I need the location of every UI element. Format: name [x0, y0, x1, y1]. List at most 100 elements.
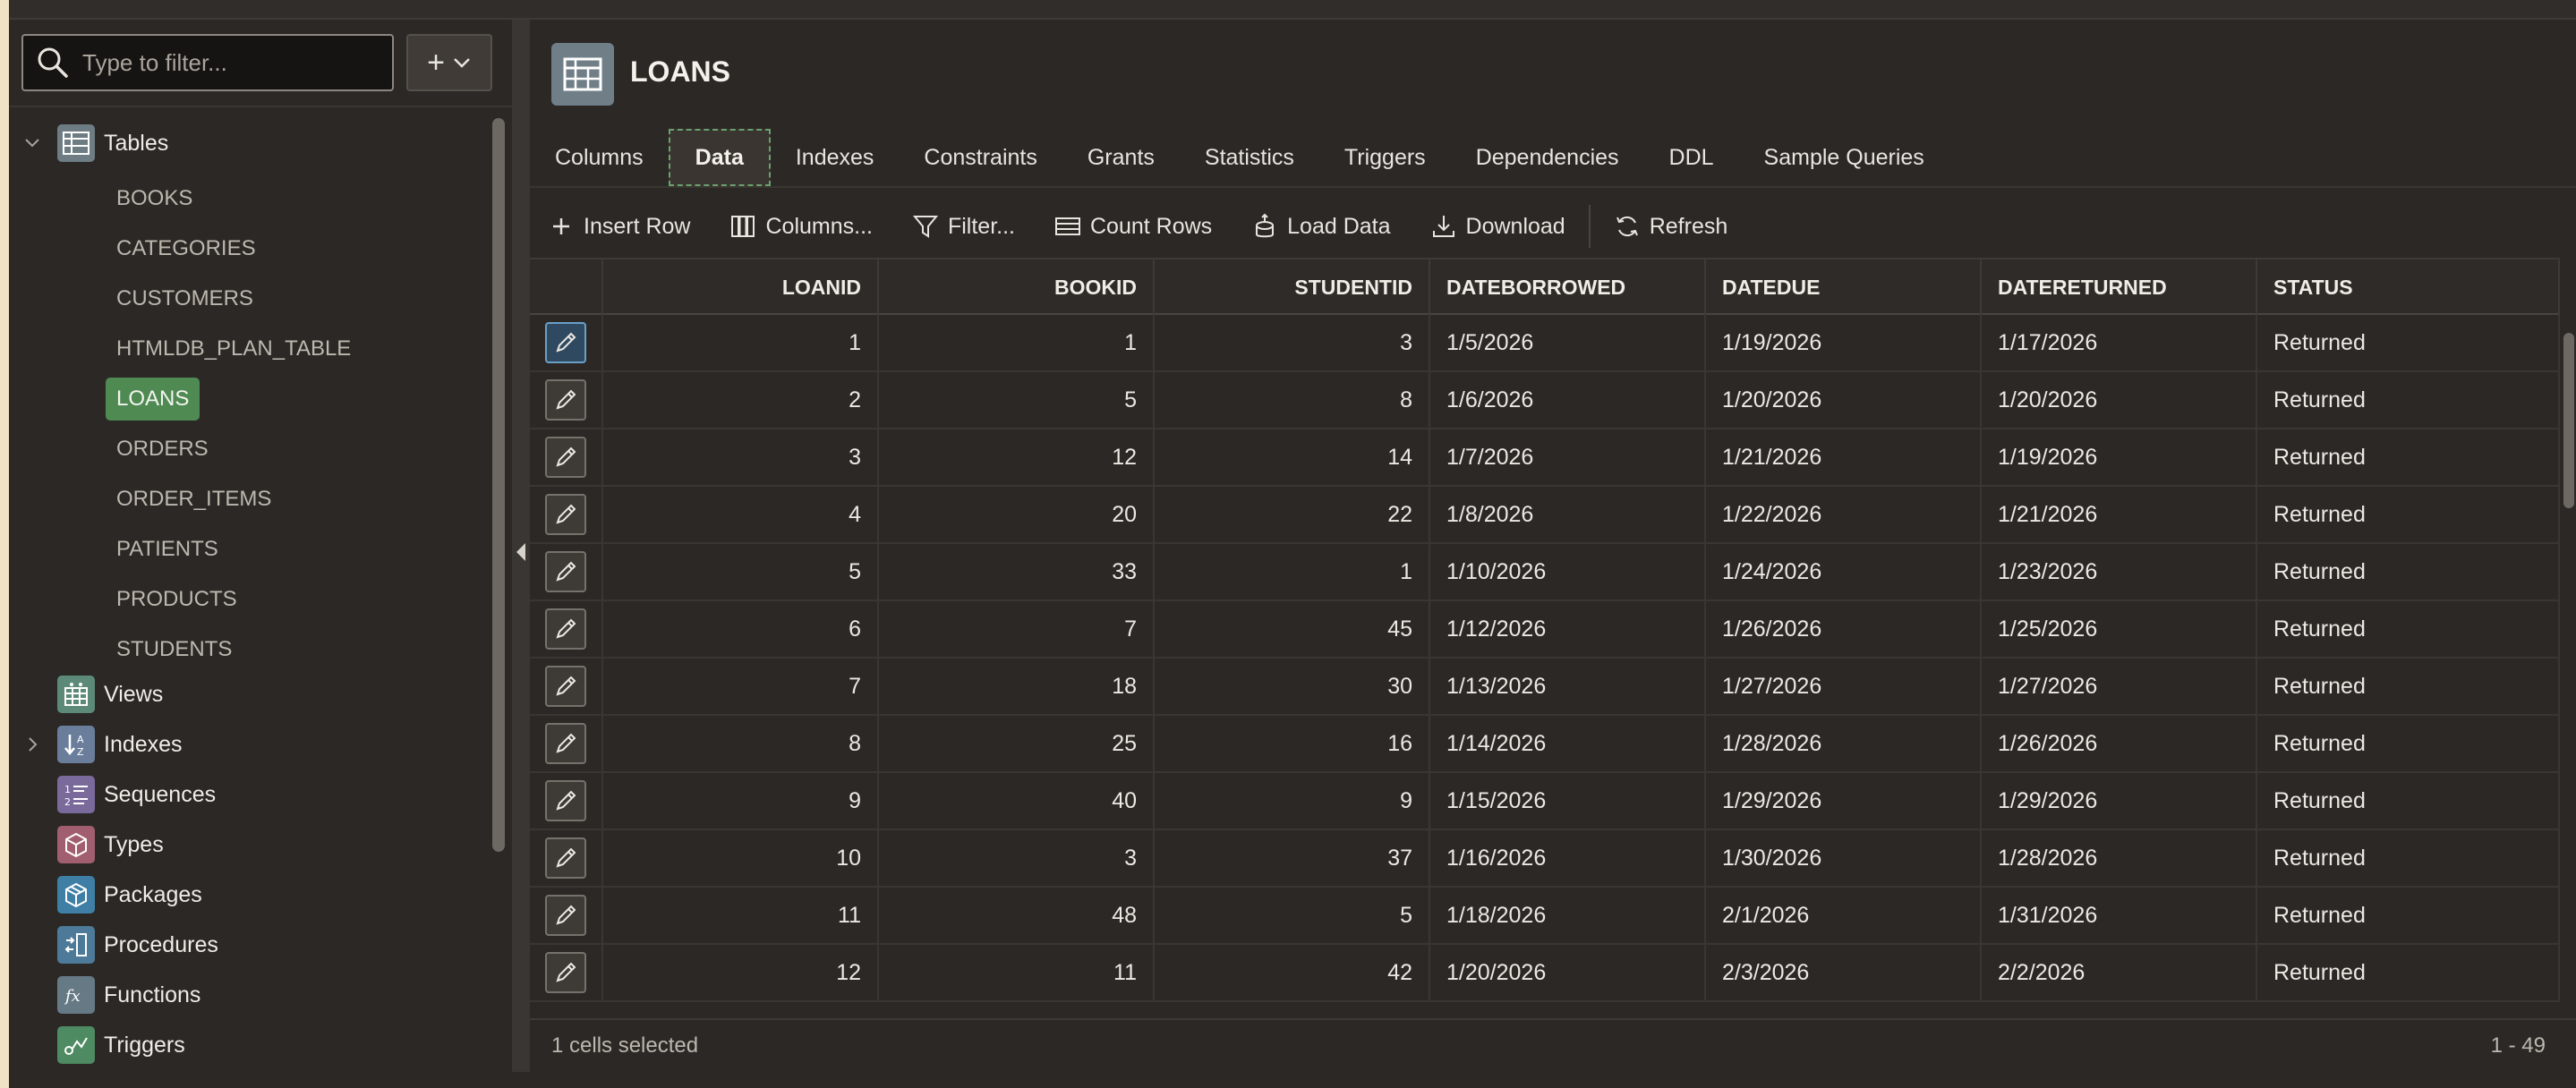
edit-row-button[interactable] [545, 666, 586, 707]
edit-row-button[interactable] [545, 494, 586, 535]
cell-datereturned[interactable]: 1/25/2026 [1982, 601, 2257, 657]
tree-item-order-items[interactable]: ORDER_ITEMS [106, 478, 282, 521]
table-row[interactable]: 5 33 1 1/10/2026 1/24/2026 1/23/2026 Returned [530, 544, 2560, 601]
cell-datedue[interactable]: 1/20/2026 [1706, 372, 1982, 428]
cell-studentid[interactable]: 5 [1155, 888, 1430, 943]
cell-status[interactable]: Returned [2257, 773, 2560, 829]
cell-dateborrowed[interactable]: 1/15/2026 [1430, 773, 1706, 829]
tab-dependencies[interactable]: Dependencies [1451, 129, 1644, 186]
edit-row-button[interactable] [545, 952, 586, 993]
table-row[interactable]: 4 20 22 1/8/2026 1/22/2026 1/21/2026 Returned [530, 487, 2560, 544]
edit-row-button[interactable] [545, 379, 586, 421]
cell-studentid[interactable]: 16 [1155, 716, 1430, 771]
tab-data[interactable]: Data [668, 129, 771, 186]
tab-triggers[interactable]: Triggers [1319, 129, 1451, 186]
cell-studentid[interactable]: 30 [1155, 659, 1430, 714]
cell-bookid[interactable]: 48 [879, 888, 1155, 943]
cell-dateborrowed[interactable]: 1/5/2026 [1430, 315, 1706, 370]
cell-loanid[interactable]: 6 [603, 601, 879, 657]
grid-scrollbar[interactable] [2563, 333, 2574, 508]
cell-datedue[interactable]: 2/1/2026 [1706, 888, 1982, 943]
tree-item-students[interactable]: STUDENTS [106, 628, 243, 671]
panel-splitter[interactable] [512, 20, 530, 1072]
cell-datedue[interactable]: 1/29/2026 [1706, 773, 1982, 829]
tree-item-htmldb-plan-table[interactable]: HTMLDB_PLAN_TABLE [106, 327, 362, 370]
edit-row-button[interactable] [545, 895, 586, 936]
edit-row-button[interactable] [545, 837, 586, 879]
table-row[interactable]: 2 5 8 1/6/2026 1/20/2026 1/20/2026 Returned [530, 372, 2560, 429]
table-row[interactable]: 7 18 30 1/13/2026 1/27/2026 1/27/2026 Returned [530, 659, 2560, 716]
cell-bookid[interactable]: 12 [879, 429, 1155, 485]
tab-sample-queries[interactable]: Sample Queries [1739, 129, 1949, 186]
add-object-button[interactable]: + [406, 34, 492, 91]
column-header-datereturned[interactable]: DATERETURNED [1982, 259, 2257, 315]
tab-columns[interactable]: Columns [530, 129, 669, 186]
cell-loanid[interactable]: 4 [603, 487, 879, 542]
cell-datedue[interactable]: 1/24/2026 [1706, 544, 1982, 599]
cell-datedue[interactable]: 1/27/2026 [1706, 659, 1982, 714]
tree-item-loans[interactable]: LOANS [106, 378, 200, 421]
cell-status[interactable]: Returned [2257, 601, 2560, 657]
columns-button[interactable]: Columns... [710, 201, 891, 251]
cell-loanid[interactable]: 1 [603, 315, 879, 370]
tree-category-views[interactable]: Views [9, 669, 492, 719]
cell-studentid[interactable]: 22 [1155, 487, 1430, 542]
cell-bookid[interactable]: 20 [879, 487, 1155, 542]
column-header-status[interactable]: STATUS [2257, 259, 2560, 315]
tree-item-categories[interactable]: CATEGORIES [106, 227, 267, 270]
cell-datedue[interactable]: 2/3/2026 [1706, 945, 1982, 1000]
cell-loanid[interactable]: 10 [603, 830, 879, 886]
cell-datedue[interactable]: 1/30/2026 [1706, 830, 1982, 886]
cell-status[interactable]: Returned [2257, 544, 2560, 599]
cell-loanid[interactable]: 3 [603, 429, 879, 485]
tree-item-customers[interactable]: CUSTOMERS [106, 277, 264, 320]
tree-category-types[interactable]: Types [9, 820, 492, 870]
cell-dateborrowed[interactable]: 1/20/2026 [1430, 945, 1706, 1000]
cell-status[interactable]: Returned [2257, 888, 2560, 943]
column-header-dateborrowed[interactable]: DATEBORROWED [1430, 259, 1706, 315]
chevron-right-icon[interactable] [21, 734, 43, 755]
cell-loanid[interactable]: 7 [603, 659, 879, 714]
table-row[interactable]: 9 40 9 1/15/2026 1/29/2026 1/29/2026 Returned [530, 773, 2560, 830]
cell-datereturned[interactable]: 1/26/2026 [1982, 716, 2257, 771]
table-row[interactable]: 12 11 42 1/20/2026 2/3/2026 2/2/2026 Returned [530, 945, 2560, 1002]
cell-studentid[interactable]: 3 [1155, 315, 1430, 370]
cell-status[interactable]: Returned [2257, 830, 2560, 886]
cell-datereturned[interactable]: 1/28/2026 [1982, 830, 2257, 886]
column-header-bookid[interactable]: BOOKID [879, 259, 1155, 315]
cell-studentid[interactable]: 8 [1155, 372, 1430, 428]
cell-studentid[interactable]: 37 [1155, 830, 1430, 886]
edit-row-button[interactable] [545, 322, 586, 363]
column-header-studentid[interactable]: STUDENTID [1155, 259, 1430, 315]
cell-dateborrowed[interactable]: 1/12/2026 [1430, 601, 1706, 657]
cell-dateborrowed[interactable]: 1/16/2026 [1430, 830, 1706, 886]
tree-category-triggers[interactable]: Triggers [9, 1020, 492, 1070]
cell-status[interactable]: Returned [2257, 315, 2560, 370]
tab-constraints[interactable]: Constraints [899, 129, 1062, 186]
table-row[interactable]: 8 25 16 1/14/2026 1/28/2026 1/26/2026 Returned [530, 716, 2560, 773]
column-header-loanid[interactable]: LOANID [603, 259, 879, 315]
cell-bookid[interactable]: 11 [879, 945, 1155, 1000]
filter-button[interactable]: Filter... [892, 201, 1035, 251]
cell-dateborrowed[interactable]: 1/7/2026 [1430, 429, 1706, 485]
count-rows-button[interactable]: Count Rows [1035, 201, 1232, 251]
tree-category-functions[interactable]: fx Functions [9, 970, 492, 1020]
tree-category-sequences[interactable]: 12 Sequences [9, 769, 492, 820]
cell-studentid[interactable]: 42 [1155, 945, 1430, 1000]
table-row[interactable]: 10 3 37 1/16/2026 1/30/2026 1/28/2026 Returned [530, 830, 2560, 888]
tab-grants[interactable]: Grants [1062, 129, 1180, 186]
tab-ddl[interactable]: DDL [1644, 129, 1739, 186]
cell-dateborrowed[interactable]: 1/18/2026 [1430, 888, 1706, 943]
tree-item-patients[interactable]: PATIENTS [106, 528, 229, 571]
download-button[interactable]: Download [1411, 201, 1585, 251]
refresh-button[interactable]: Refresh [1594, 201, 1748, 251]
cell-bookid[interactable]: 3 [879, 830, 1155, 886]
cell-datedue[interactable]: 1/22/2026 [1706, 487, 1982, 542]
cell-dateborrowed[interactable]: 1/6/2026 [1430, 372, 1706, 428]
tab-indexes[interactable]: Indexes [771, 129, 900, 186]
edit-row-button[interactable] [545, 437, 586, 478]
cell-datereturned[interactable]: 1/21/2026 [1982, 487, 2257, 542]
tab-statistics[interactable]: Statistics [1180, 129, 1319, 186]
cell-bookid[interactable]: 18 [879, 659, 1155, 714]
filter-box[interactable] [21, 34, 394, 91]
